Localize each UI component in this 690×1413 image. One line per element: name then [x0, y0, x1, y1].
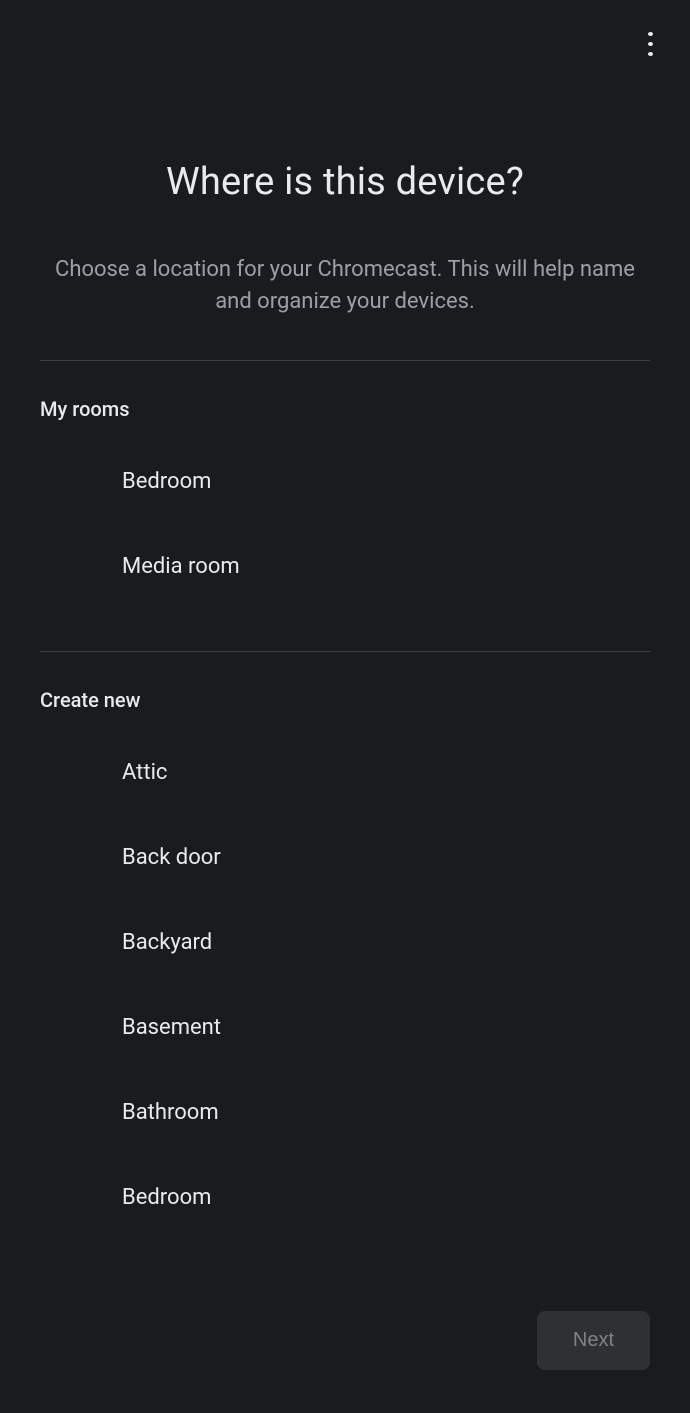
bottom-bar: Next: [0, 1268, 690, 1413]
section-header-my-rooms: My rooms: [0, 361, 690, 439]
room-option-backyard[interactable]: Backyard: [0, 900, 690, 985]
page-title: Where is this device?: [40, 160, 650, 204]
room-option-basement[interactable]: Basement: [0, 985, 690, 1070]
section-header-create-new: Create new: [0, 652, 690, 730]
room-option-bathroom[interactable]: Bathroom: [0, 1070, 690, 1155]
page-subtitle: Choose a location for your Chromecast. T…: [40, 254, 650, 318]
room-option-back-door[interactable]: Back door: [0, 815, 690, 900]
room-option-bedroom-new[interactable]: Bedroom: [0, 1155, 690, 1240]
next-button[interactable]: Next: [537, 1311, 650, 1370]
room-option-media-room[interactable]: Media room: [0, 524, 690, 609]
room-option-bedroom[interactable]: Bedroom: [0, 439, 690, 524]
more-options-icon[interactable]: [638, 32, 662, 56]
content-area: Where is this device? Choose a location …: [0, 90, 690, 1268]
room-option-attic[interactable]: Attic: [0, 730, 690, 815]
